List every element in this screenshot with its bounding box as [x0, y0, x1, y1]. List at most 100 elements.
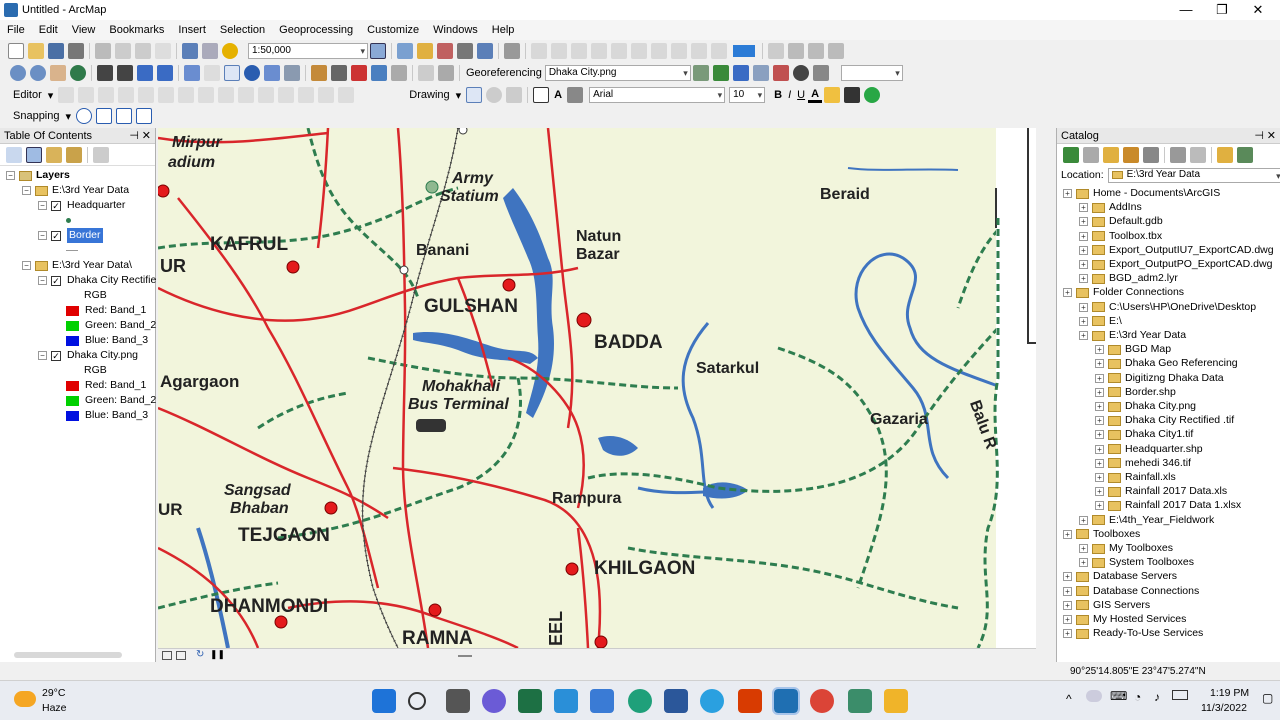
redo-icon[interactable]	[202, 43, 218, 59]
catalog-item[interactable]: + Dhaka City Rectified .tif	[1095, 413, 1234, 428]
expand-toggle-icon[interactable]: +	[1095, 359, 1104, 369]
toc-layer-border[interactable]: − ✓ Border	[38, 228, 103, 243]
catalog-item[interactable]: + AddIns	[1079, 200, 1142, 215]
connect-folder-icon[interactable]	[1217, 147, 1233, 163]
expand-toggle-icon[interactable]: +	[1095, 387, 1104, 397]
onedrive-icon[interactable]	[1086, 690, 1102, 702]
zoom-to-selected-icon[interactable]	[506, 87, 523, 103]
forward-icon[interactable]	[157, 65, 173, 81]
edit-tool-13-icon[interactable]	[298, 87, 315, 103]
fill-color-icon[interactable]	[824, 87, 841, 103]
find-icon[interactable]	[331, 65, 347, 81]
clock-time[interactable]: 1:19 PM	[1210, 687, 1249, 699]
data-view-icon[interactable]	[162, 651, 172, 660]
pan-icon[interactable]	[50, 65, 66, 81]
gray-tool-9-icon[interactable]	[691, 43, 707, 59]
list-by-drawing-order-icon[interactable]	[6, 146, 22, 163]
catalog-close-icon[interactable]: ✕	[1267, 128, 1276, 144]
catalog-item[interactable]: + E:\3rd Year Data	[1079, 328, 1186, 343]
menu-edit[interactable]: Edit	[32, 24, 65, 36]
expand-toggle-icon[interactable]: +	[1095, 458, 1104, 468]
edit-tool-14-icon[interactable]	[318, 87, 335, 103]
list-by-visibility-icon[interactable]	[46, 146, 62, 163]
expand-toggle-icon[interactable]: +	[1063, 529, 1072, 539]
gray-tool-3-icon[interactable]	[571, 43, 587, 59]
catalog-item[interactable]: + Dhaka Geo Referencing	[1095, 356, 1238, 371]
editor-menu[interactable]: Editor	[10, 89, 45, 101]
location-combo[interactable]: E:\3rd Year Data	[1107, 167, 1280, 183]
file-explorer-icon[interactable]	[884, 689, 908, 713]
edit-tool-15-icon[interactable]	[338, 87, 355, 103]
edge-snapping-icon[interactable]	[136, 108, 153, 124]
excel-icon[interactable]	[518, 689, 542, 713]
catalog-item[interactable]: + Dhaka City.png	[1095, 399, 1196, 414]
expand-toggle-icon[interactable]: +	[1079, 515, 1088, 525]
expand-toggle-icon[interactable]: +	[1063, 189, 1072, 198]
office-icon[interactable]	[738, 689, 762, 713]
catalog-item[interactable]: + Database Servers	[1063, 569, 1177, 584]
edit-tool-11-icon[interactable]	[258, 87, 275, 103]
menu-insert[interactable]: Insert	[171, 24, 213, 36]
catalog-item[interactable]: + GIS Servers	[1063, 598, 1150, 613]
expand-toggle-icon[interactable]: +	[1095, 416, 1104, 426]
catalog-item[interactable]: + Rainfall 2017 Data 1.xlsx	[1095, 498, 1241, 513]
menu-selection[interactable]: Selection	[213, 24, 272, 36]
expand-toggle-icon[interactable]: +	[1095, 373, 1104, 383]
catalog-item[interactable]: + My Hosted Services	[1063, 612, 1186, 627]
catalog-item[interactable]: + C:\Users\HP\OneDrive\Desktop	[1079, 300, 1256, 315]
edit-tool-2-icon[interactable]	[78, 87, 95, 103]
minimize-button[interactable]: —	[1168, 0, 1204, 20]
catalog-item[interactable]: + Export_OutputIU7_ExportCAD.dwg	[1079, 243, 1274, 258]
chrome-icon[interactable]	[810, 689, 834, 713]
catalog-item[interactable]: + BGD Map	[1095, 342, 1171, 357]
rectangle-icon[interactable]	[533, 87, 550, 103]
find-route-icon[interactable]	[351, 65, 367, 81]
fixed-zoom-out-icon[interactable]	[117, 65, 133, 81]
catalog-item[interactable]: + System Toolboxes	[1079, 555, 1194, 570]
expand-toggle-icon[interactable]: +	[1063, 288, 1072, 298]
catalog-up-icon[interactable]	[1103, 147, 1119, 163]
layout-tool-2-icon[interactable]	[808, 43, 824, 59]
catalog-item[interactable]: + Toolboxes	[1063, 527, 1140, 542]
edge-icon[interactable]	[628, 689, 652, 713]
time-slider-icon[interactable]	[391, 65, 407, 81]
menu-bookmarks[interactable]: Bookmarks	[102, 24, 171, 36]
georeferencing-menu[interactable]: Georeferencing	[463, 67, 545, 79]
expand-toggle-icon[interactable]: +	[1079, 245, 1088, 255]
toc-layers-root[interactable]: − Layers	[6, 168, 70, 183]
volume-icon[interactable]: ♪	[1154, 690, 1160, 704]
catalog-options-icon[interactable]	[1190, 147, 1206, 163]
marker-color-icon[interactable]	[864, 87, 881, 103]
expand-toggle-icon[interactable]: +	[1063, 572, 1072, 582]
georef-extra-icon[interactable]	[812, 65, 829, 81]
python-icon[interactable]	[457, 43, 473, 59]
expand-toggle-icon[interactable]: +	[1079, 274, 1088, 284]
viewer-icon[interactable]	[792, 65, 809, 81]
search-icon[interactable]	[408, 692, 426, 710]
list-by-source-icon[interactable]	[26, 146, 42, 163]
toc-options-icon[interactable]	[93, 146, 109, 163]
snapping-dropdown-arrow-icon[interactable]: ▾	[63, 110, 75, 123]
catalog-item[interactable]: + Export_OutputPO_ExportCAD.dwg	[1079, 257, 1272, 272]
go-to-xy-icon[interactable]	[371, 65, 387, 81]
keyboard-icon[interactable]: ⌨	[1110, 689, 1127, 703]
network-icon[interactable]	[504, 43, 520, 59]
expand-toggle-icon[interactable]: +	[1063, 586, 1072, 596]
expand-toggle-icon[interactable]: +	[1079, 558, 1088, 568]
viewer-window-icon[interactable]	[418, 65, 434, 81]
layout-tool-3-icon[interactable]	[828, 43, 844, 59]
catalog-item[interactable]: + Ready-To-Use Services	[1063, 626, 1203, 641]
open-folder-icon[interactable]	[28, 43, 44, 59]
catalog-item[interactable]: + mehedi 346.tif	[1095, 456, 1191, 471]
edit-tool-12-icon[interactable]	[278, 87, 295, 103]
font-name-combo[interactable]: Arial	[589, 87, 726, 103]
notification-icon[interactable]: ▢	[1262, 691, 1273, 705]
layout-view-icon[interactable]	[768, 43, 784, 59]
menu-view[interactable]: View	[65, 24, 103, 36]
store-icon[interactable]	[590, 689, 614, 713]
expand-toggle-icon[interactable]: +	[1063, 629, 1072, 639]
expand-toggle-icon[interactable]: +	[1095, 430, 1104, 440]
gray-tool-7-icon[interactable]	[651, 43, 667, 59]
back-icon[interactable]	[137, 65, 153, 81]
tray-chevron-icon[interactable]: ^	[1066, 692, 1072, 706]
